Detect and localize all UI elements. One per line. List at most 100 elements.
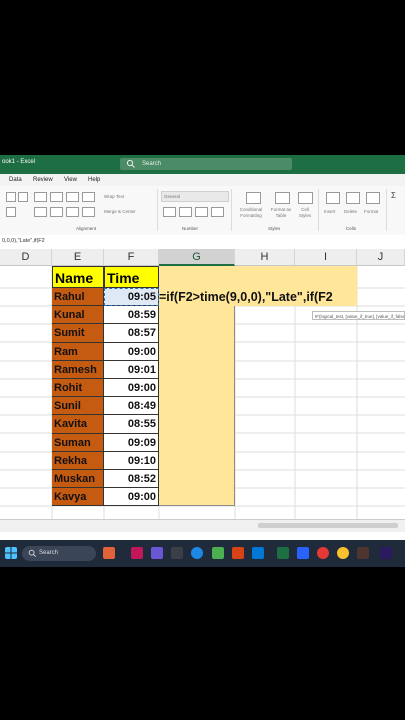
windows-start-icon[interactable] — [5, 547, 17, 559]
styles-group-label: Styles — [268, 226, 281, 231]
time-cell[interactable]: 09:01 — [104, 360, 159, 379]
conditional-formatting-icon[interactable] — [246, 192, 261, 204]
conditional-formatting-button[interactable]: Conditional Formatting — [236, 207, 266, 219]
function-tooltip: IF(logical_test, [value_if_true], [value… — [312, 311, 405, 320]
align-bottom-icon[interactable] — [66, 192, 79, 202]
cells-group-label: Cells — [346, 226, 357, 231]
menu-review[interactable]: Review — [33, 177, 53, 183]
premiere-pro-icon[interactable] — [380, 547, 392, 559]
time-cell[interactable]: 08:52 — [104, 470, 159, 489]
insert-button[interactable]: Insert — [324, 209, 335, 214]
align-top-icon[interactable] — [34, 192, 47, 202]
time-cell[interactable]: 08:59 — [104, 306, 159, 325]
delete-icon[interactable] — [346, 192, 360, 204]
time-cell[interactable]: 09:10 — [104, 451, 159, 470]
currency-icon[interactable] — [163, 207, 176, 217]
column-header-j[interactable]: J — [357, 249, 405, 266]
merge-center-button[interactable]: Merge & Center — [104, 209, 136, 214]
header-time-cell[interactable]: Time — [104, 266, 159, 288]
column-header-e[interactable]: E — [52, 249, 104, 266]
chrome-icon[interactable] — [317, 547, 329, 559]
ribbon-separator — [231, 189, 232, 231]
name-cell[interactable]: Sunil — [52, 397, 104, 416]
app-icon[interactable] — [357, 547, 369, 559]
time-cell[interactable]: 09:00 — [104, 379, 159, 398]
align-center-icon[interactable] — [50, 207, 63, 217]
format-as-table-icon[interactable] — [275, 192, 290, 204]
cell-styles-icon[interactable] — [298, 192, 313, 204]
name-cell[interactable]: Rohit — [52, 379, 104, 398]
name-cell[interactable]: Ramesh — [52, 360, 104, 379]
column-header-i[interactable]: I — [295, 249, 357, 266]
ribbon: Wrap Text Merge & Center Alignment Gener… — [0, 186, 405, 236]
insert-icon[interactable] — [326, 192, 340, 204]
widgets-icon[interactable] — [103, 547, 115, 559]
text-color-icon[interactable] — [6, 207, 16, 217]
cell-styles-button[interactable]: Cell Styles — [296, 207, 314, 219]
time-cell[interactable]: 09:00 — [104, 488, 159, 507]
delete-button[interactable]: Delete — [344, 209, 357, 214]
result-column-range[interactable] — [159, 306, 235, 507]
column-header-g[interactable]: G — [159, 249, 235, 266]
file-explorer-icon[interactable] — [171, 547, 183, 559]
search-box[interactable]: Search — [120, 158, 292, 170]
name-cell[interactable]: Sumit — [52, 324, 104, 343]
column-header-h[interactable]: H — [235, 249, 295, 266]
comma-icon[interactable] — [195, 207, 208, 217]
format-button[interactable]: Format — [364, 209, 378, 214]
reference-marquee — [104, 288, 159, 306]
align-right-icon[interactable] — [66, 207, 79, 217]
name-cell[interactable]: Kavya — [52, 488, 104, 507]
decimal-icon[interactable] — [211, 207, 224, 217]
font-size-up-icon[interactable] — [6, 192, 16, 202]
name-cell[interactable]: Kavita — [52, 415, 104, 434]
ribbon-separator — [157, 189, 158, 231]
chrome-icon[interactable] — [337, 547, 349, 559]
teams-icon[interactable] — [151, 547, 163, 559]
autosum-icon[interactable]: Σ — [391, 191, 396, 200]
name-cell[interactable]: Suman — [52, 433, 104, 452]
ribbon-separator — [386, 189, 387, 231]
menu-view[interactable]: View — [64, 177, 77, 183]
horizontal-scrollbar[interactable] — [258, 523, 398, 528]
format-icon[interactable] — [366, 192, 380, 204]
time-cell[interactable]: 09:09 — [104, 433, 159, 452]
menu-data[interactable]: Data — [9, 177, 22, 183]
header-name-cell[interactable]: Name — [52, 266, 104, 288]
menu-help[interactable]: Help — [88, 177, 100, 183]
column-header-d[interactable]: D — [0, 249, 52, 266]
formula-bar[interactable]: 0,0,0),"Late",if(F2 — [0, 235, 405, 250]
number-format-dropdown[interactable]: General — [161, 191, 229, 202]
taskbar-search[interactable]: Search — [22, 546, 96, 561]
name-cell[interactable]: Ram — [52, 342, 104, 361]
name-cell[interactable]: Muskan — [52, 470, 104, 489]
name-cell[interactable]: Rekha — [52, 451, 104, 470]
edge-icon[interactable] — [191, 547, 203, 559]
format-as-table-button[interactable]: Format as Table — [268, 207, 294, 219]
number-group-label: Number — [182, 226, 199, 231]
outlook-icon[interactable] — [252, 547, 264, 559]
align-left-icon[interactable] — [34, 207, 47, 217]
excel-icon[interactable] — [277, 547, 289, 559]
column-header-f[interactable]: F — [104, 249, 159, 266]
windows-taskbar: Search — [0, 540, 405, 567]
app-icon[interactable] — [131, 547, 143, 559]
orientation-icon[interactable] — [82, 192, 95, 202]
photos-icon[interactable] — [232, 547, 244, 559]
app-icon[interactable] — [297, 547, 309, 559]
cell-formula-editor[interactable]: =if(F2>time(9,0,0),"Late",if(F2 — [159, 290, 333, 304]
store-icon[interactable] — [212, 547, 224, 559]
percent-icon[interactable] — [179, 207, 192, 217]
align-middle-icon[interactable] — [50, 192, 63, 202]
indent-icon[interactable] — [82, 207, 95, 217]
time-cell[interactable]: 09:00 — [104, 342, 159, 361]
name-cell[interactable]: Rahul — [52, 288, 104, 307]
time-cell[interactable]: 08:49 — [104, 397, 159, 416]
time-cell[interactable]: 08:57 — [104, 324, 159, 343]
time-cell[interactable]: 08:55 — [104, 415, 159, 434]
menu-bar: Data Review View Help — [0, 174, 405, 186]
wrap-text-button[interactable]: Wrap Text — [104, 194, 124, 199]
name-cell[interactable]: Kunal — [52, 306, 104, 325]
worksheet-grid[interactable]: Name Time Rahul 09:05 Kunal 08:59 Sumit … — [0, 266, 405, 521]
font-size-down-icon[interactable] — [18, 192, 28, 202]
